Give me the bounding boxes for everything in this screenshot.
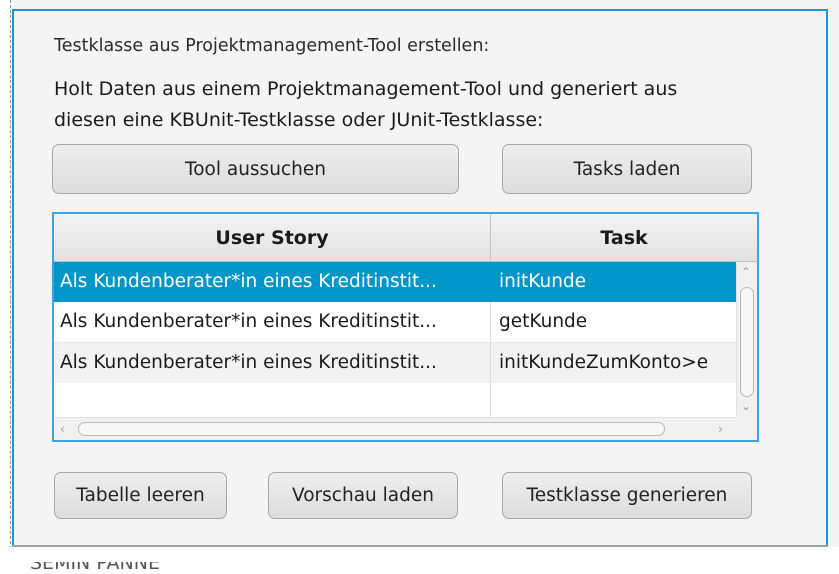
task-cell: initKunde	[499, 271, 587, 292]
task-cell: initKundeZumKonto>e	[499, 352, 709, 373]
scroll-up-icon[interactable]: ⌃	[741, 266, 751, 278]
section-description: Holt Daten aus einem Projektmanagement-T…	[54, 74, 774, 136]
column-header-user-story[interactable]: User Story	[54, 214, 491, 262]
left-edge-strip	[0, 0, 11, 574]
generate-testclass-button[interactable]: Testklasse generieren	[502, 472, 752, 519]
horizontal-scrollbar[interactable]: ‹ ›	[54, 417, 736, 440]
horizontal-scroll-thumb[interactable]	[78, 422, 665, 436]
user-story-cell: Als Kundenberater*in eines Kreditinstit.…	[54, 262, 491, 302]
task-cell: getKunde	[499, 311, 588, 332]
vertical-scrollbar[interactable]: ⌃ ⌄	[736, 262, 757, 417]
scroll-right-icon[interactable]: ›	[718, 423, 723, 435]
panel-bottom-edge	[12, 545, 828, 547]
table-row[interactable]: Als Kundenberater*in eines Kreditinstit.…	[54, 302, 736, 343]
empty-table-row	[54, 383, 736, 417]
user-story-cell: Als Kundenberater*in eines Kreditinstit.…	[54, 343, 491, 383]
clear-table-button[interactable]: Tabelle leeren	[54, 472, 227, 519]
section-heading: Testklasse aus Projektmanagement-Tool er…	[54, 36, 490, 56]
vertical-scroll-thumb[interactable]	[740, 287, 754, 397]
load-preview-button[interactable]: Vorschau laden	[268, 472, 458, 519]
scroll-down-icon[interactable]: ⌄	[741, 400, 751, 412]
empty-cell	[54, 383, 491, 417]
description-line-1: Holt Daten aus einem Projektmanagement-T…	[54, 78, 678, 100]
load-tasks-button[interactable]: Tasks laden	[502, 144, 752, 194]
column-header-task[interactable]: Task	[491, 214, 757, 262]
scrollbar-corner	[736, 417, 757, 440]
scroll-left-icon[interactable]: ‹	[60, 423, 65, 435]
table-row[interactable]: Als Kundenberater*in eines Kreditinstit.…	[54, 262, 736, 302]
table-row[interactable]: Als Kundenberater*in eines Kreditinstit.…	[54, 343, 736, 383]
user-story-cell: Als Kundenberater*in eines Kreditinstit.…	[54, 302, 491, 342]
choose-tool-button[interactable]: Tool aussuchen	[52, 144, 459, 194]
tasks-table[interactable]: User Story Task Als Kundenberater*in ein…	[52, 212, 759, 442]
description-line-2: diesen eine KBUnit-Testklasse oder JUnit…	[54, 109, 544, 131]
